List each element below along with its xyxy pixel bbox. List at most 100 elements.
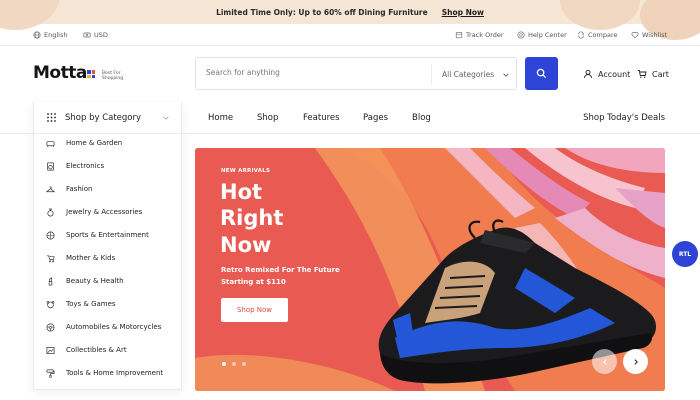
category-item-label: Home & Garden — [66, 139, 123, 147]
search-input[interactable] — [206, 68, 426, 77]
user-icon — [584, 69, 592, 79]
category-menu-title: Shop by Category — [65, 113, 142, 123]
promo-shop-now-link[interactable]: Shop Now — [442, 8, 484, 17]
category-item-label: Tools & Home Improvement — [66, 369, 164, 377]
chevron-left-icon — [602, 358, 607, 365]
chevron-down-icon — [163, 116, 169, 120]
compare-label: Compare — [588, 31, 618, 39]
search-divider — [431, 64, 432, 85]
hanger-icon — [46, 185, 55, 192]
hero-shop-now-button[interactable]: Shop Now — [221, 298, 288, 322]
category-item-mother-kids[interactable]: Mother & Kids — [46, 251, 115, 265]
washing-machine-icon — [46, 162, 55, 170]
account-link[interactable]: Account — [583, 69, 630, 79]
category-item-label: Mother & Kids — [66, 254, 116, 262]
category-menu: Shop by Category Home & Garden Electroni… — [33, 102, 183, 390]
track-order-label: Track Order — [466, 31, 504, 39]
nav-pages[interactable]: Pages — [363, 113, 388, 123]
nav-todays-deals[interactable]: Shop Today's Deals — [583, 113, 665, 123]
category-item-label: Fashion — [66, 185, 93, 193]
picture-frame-icon — [46, 346, 55, 354]
category-item-electronics[interactable]: Electronics — [46, 159, 104, 173]
help-center-label: Help Center — [528, 31, 567, 39]
category-item-label: Jewelry & Accessories — [66, 208, 143, 216]
carousel-dots — [222, 362, 246, 366]
currency-icon — [83, 32, 91, 38]
ball-icon — [46, 231, 55, 239]
hero-banner: NEW ARRIVALS Hot Right Now Retro Remixed… — [195, 148, 665, 391]
category-item-label: Toys & Games — [66, 300, 116, 308]
steering-wheel-icon — [46, 323, 55, 331]
wishlist-link[interactable]: Wishlist — [631, 31, 667, 39]
sofa-icon — [46, 140, 55, 147]
category-item-jewelry[interactable]: Jewelry & Accessories — [46, 205, 142, 219]
cart-link[interactable]: Cart — [637, 69, 669, 79]
carousel-dot-2[interactable] — [232, 362, 236, 366]
promo-bar: Limited Time Only: Up to 60% off Dining … — [0, 0, 700, 40]
category-menu-header[interactable]: Shop by Category — [34, 102, 183, 134]
globe-icon — [33, 31, 41, 39]
help-icon — [517, 31, 525, 39]
track-order-link[interactable]: Track Order — [455, 31, 504, 39]
category-item-label: Beauty & Health — [66, 277, 124, 285]
category-item-tools[interactable]: Tools & Home Improvement — [46, 366, 163, 380]
logo-mark-icon — [87, 70, 95, 78]
language-label: English — [44, 31, 68, 39]
utility-bar: English USD Track Order Help Center Comp… — [0, 24, 700, 46]
grid-icon — [47, 113, 56, 122]
chevron-down-icon — [503, 73, 509, 77]
category-select[interactable]: All Categories — [442, 70, 510, 79]
category-item-label: Sports & Entertainment — [66, 231, 149, 239]
cart-icon — [637, 70, 647, 78]
carousel-next-button[interactable] — [623, 349, 648, 374]
teddy-bear-icon — [46, 300, 55, 308]
wishlist-label: Wishlist — [642, 31, 668, 39]
category-item-sports[interactable]: Sports & Entertainment — [46, 228, 149, 242]
search-button[interactable] — [525, 57, 558, 90]
currency-label: USD — [94, 31, 108, 39]
help-center-link[interactable]: Help Center — [517, 31, 567, 39]
language-selector[interactable]: English — [33, 31, 67, 39]
paint-roller-icon — [46, 369, 55, 378]
cart-label: Cart — [652, 69, 669, 79]
hero-subtitle-1: Retro Remixed For The Future — [221, 266, 340, 274]
carousel-dot-1[interactable] — [222, 362, 226, 366]
category-item-label: Electronics — [66, 162, 105, 170]
category-select-label: All Categories — [442, 70, 495, 79]
brand-tagline: Best For Shopping — [102, 71, 124, 81]
hero-title-line-3: Now — [220, 233, 272, 257]
heart-icon — [631, 32, 639, 39]
nav-features[interactable]: Features — [303, 113, 340, 123]
rtl-toggle-button[interactable]: RTL — [672, 241, 698, 267]
lipstick-icon — [48, 276, 53, 285]
carousel-dot-3[interactable] — [242, 362, 246, 366]
hero-title-line-2: Right — [220, 206, 284, 230]
main-header: Motta Best For Shopping All Categories A… — [0, 47, 700, 103]
compare-icon — [578, 31, 584, 39]
box-icon — [455, 32, 463, 39]
category-item-home-garden[interactable]: Home & Garden — [46, 136, 122, 150]
ring-icon — [47, 208, 54, 216]
search-box: All Categories — [195, 57, 517, 90]
hero-title-line-1: Hot — [220, 180, 263, 204]
category-item-fashion[interactable]: Fashion — [46, 182, 92, 196]
account-label: Account — [598, 69, 631, 79]
hero-eyebrow: NEW ARRIVALS — [221, 168, 271, 174]
promo-text: Limited Time Only: Up to 60% off Dining … — [216, 7, 428, 17]
nav-home[interactable]: Home — [208, 113, 233, 123]
brand-logo[interactable]: Motta — [33, 63, 87, 83]
stroller-icon — [46, 254, 55, 262]
category-item-label: Automobiles & Motorcycles — [66, 323, 162, 331]
category-item-label: Collectibles & Art — [66, 346, 127, 354]
category-item-beauty-health[interactable]: Beauty & Health — [46, 274, 124, 288]
carousel-prev-button[interactable] — [592, 349, 617, 374]
category-item-automobiles[interactable]: Automobiles & Motorcycles — [46, 320, 161, 334]
category-item-collectibles-art[interactable]: Collectibles & Art — [46, 343, 127, 357]
currency-selector[interactable]: USD — [83, 31, 108, 39]
category-item-toys-games[interactable]: Toys & Games — [46, 297, 116, 311]
chevron-right-icon — [633, 358, 638, 365]
nav-blog[interactable]: Blog — [412, 113, 431, 123]
nav-shop[interactable]: Shop — [257, 113, 278, 123]
compare-link[interactable]: Compare — [577, 31, 618, 39]
hero-subtitle-2: Starting at $110 — [221, 278, 286, 286]
